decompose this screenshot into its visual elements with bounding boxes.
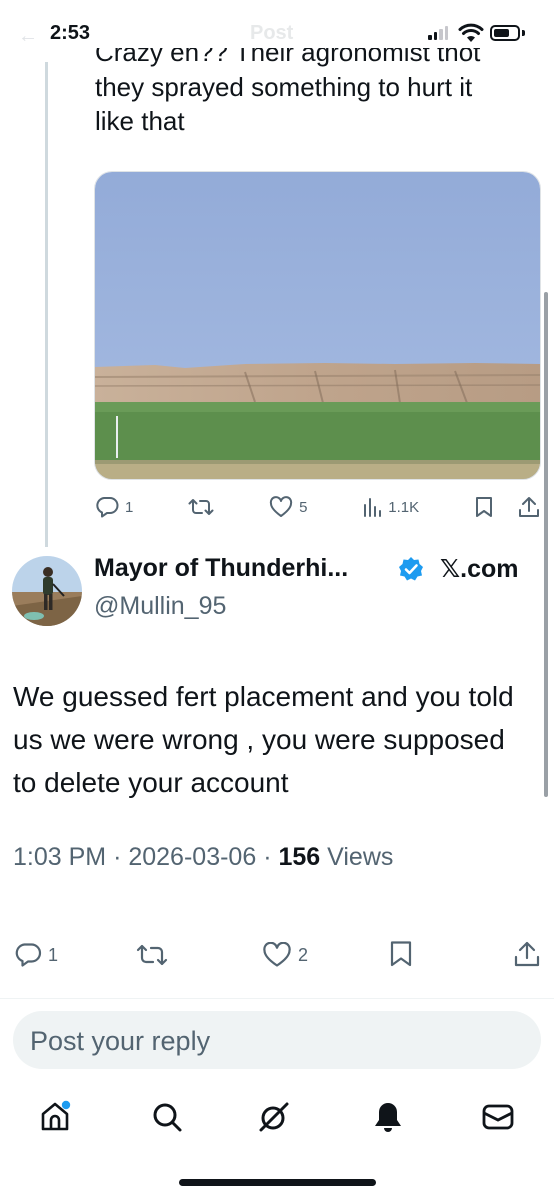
- like-button[interactable]: 2: [262, 942, 308, 968]
- tab-search[interactable]: [147, 1097, 187, 1137]
- repost-icon: [136, 944, 168, 966]
- like-count: 5: [299, 498, 308, 516]
- landscape-image: [95, 172, 540, 479]
- repost-button[interactable]: [188, 496, 214, 518]
- avatar-image: [12, 556, 82, 626]
- home-indicator: [179, 1179, 376, 1186]
- parent-tweet-text-clipped: Crazy eh?? Their agronomist thot: [95, 48, 481, 67]
- tab-notifications[interactable]: [368, 1097, 408, 1137]
- tweet-media-image[interactable]: [94, 171, 541, 480]
- tweet-metadata: 1:03 PM · 2026-03-06 · 156 Views: [13, 843, 393, 872]
- like-count: 2: [298, 944, 309, 965]
- wifi-icon: [458, 23, 484, 42]
- reply-icon: [96, 497, 119, 518]
- reply-icon: [15, 943, 42, 967]
- repost-button[interactable]: [136, 942, 168, 968]
- scrollbar[interactable]: [544, 292, 548, 797]
- notifications-icon: [375, 1103, 401, 1132]
- tab-home[interactable]: [35, 1097, 75, 1137]
- thread-connector-line: [45, 62, 48, 547]
- views-button[interactable]: 1.1K: [362, 497, 419, 517]
- status-time: 2:53: [50, 22, 91, 44]
- battery-cap: [522, 30, 525, 36]
- avatar[interactable]: [12, 556, 82, 626]
- parent-tweet-text-line-3: like that: [95, 106, 185, 136]
- reply-placeholder: Post your reply: [30, 1026, 211, 1056]
- heart-icon: [263, 942, 291, 967]
- views-label: Views: [327, 843, 394, 871]
- parent-tweet-text: Crazy eh?? Their agronomist thot they sp…: [95, 48, 535, 138]
- search-icon: [153, 1103, 182, 1132]
- divider: [0, 998, 554, 999]
- reply-button[interactable]: 1: [95, 496, 133, 518]
- tab-messages[interactable]: [478, 1097, 518, 1137]
- tweet-time[interactable]: 1:03 PM: [13, 843, 106, 871]
- tab-grok[interactable]: [254, 1097, 294, 1137]
- bookmark-icon[interactable]: [474, 496, 494, 518]
- messages-icon: [482, 1104, 514, 1130]
- reply-button[interactable]: 1: [14, 942, 58, 968]
- repost-icon: [188, 499, 214, 515]
- bookmark-icon[interactable]: [389, 940, 413, 968]
- back-arrow-icon[interactable]: ←: [18, 25, 38, 48]
- analytics-icon: [364, 498, 382, 517]
- verified-badge-icon: [399, 557, 423, 581]
- share-icon[interactable]: [518, 496, 540, 518]
- meta-separator: ·: [113, 843, 129, 871]
- share-icon[interactable]: [513, 940, 541, 968]
- display-name[interactable]: Mayor of Thunderhi...: [94, 554, 348, 583]
- affiliation-badge[interactable]: 𝕏.com: [440, 554, 519, 584]
- meta-separator: ·: [263, 843, 279, 871]
- page-title: Post: [250, 22, 294, 44]
- reply-count: 1: [125, 498, 134, 516]
- home-icon: [41, 1100, 71, 1131]
- tweet-date[interactable]: 2026-03-06: [128, 843, 256, 871]
- parent-tweet-actions: 1 5 1.1K: [95, 496, 540, 518]
- battery-icon: [490, 25, 520, 41]
- views-count: 1.1K: [388, 498, 420, 516]
- user-handle[interactable]: @Mullin_95: [94, 592, 226, 621]
- tweet-text: We guessed fert placement and you told u…: [13, 681, 514, 798]
- parent-tweet-text-line-2: they sprayed something to hurt it: [95, 72, 473, 102]
- cellular-signal-icon: [428, 26, 448, 40]
- heart-icon: [269, 496, 293, 517]
- like-button[interactable]: 5: [269, 496, 307, 518]
- views-count: 156: [278, 843, 321, 871]
- reply-count: 1: [48, 944, 59, 965]
- grok-icon: [259, 1102, 289, 1132]
